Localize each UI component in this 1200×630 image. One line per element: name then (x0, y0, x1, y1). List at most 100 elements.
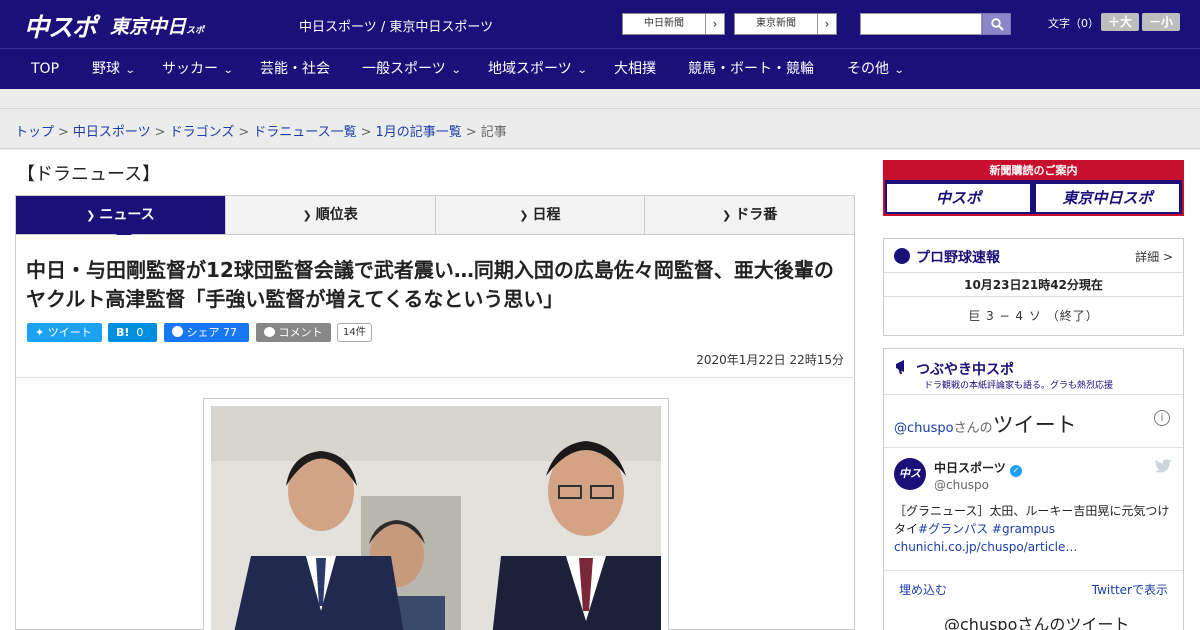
tokyo-chunichi-logo-small: スポ (186, 26, 205, 36)
nav-other[interactable]: その他 ⌄ (847, 49, 905, 89)
twitter-widget-title: @chuspoさんのツイート (894, 409, 1077, 439)
search-input[interactable] (860, 13, 982, 35)
chevron-down-icon: ⌄ (222, 65, 234, 76)
comment-bubble-icon (264, 327, 275, 337)
avatar[interactable]: 中スポ (894, 458, 926, 512)
hatena-count: 0 (136, 326, 144, 339)
tab-standings[interactable]: ❯ 順位表 (224, 196, 435, 234)
hatena-icon: B! (116, 326, 130, 339)
breadcrumb-link[interactable]: ドラゴンズ (170, 125, 235, 140)
nav-label: TOP (31, 61, 60, 77)
nav-general-sports[interactable]: 一般スポーツ ⌄ (362, 49, 461, 89)
twitter-divider (884, 570, 1183, 571)
tweet-article-link[interactable]: chunichi.co.jp/chuspo/article… (894, 540, 1077, 554)
tsubuyaki-subtitle: ドラ観戦の本紙評論家も語る。グラも熱烈応援 (924, 381, 1114, 391)
baseball-detail-link[interactable]: 詳細 > (1135, 248, 1173, 265)
breadcrumb-link[interactable]: トップ (15, 125, 54, 140)
view-on-twitter-link[interactable]: Twitterで表示 (1092, 581, 1168, 598)
tab-label: ドラ番 (735, 207, 778, 223)
megaphone-icon (896, 360, 904, 374)
main-nav: TOP 野球 ⌄ サッカー ⌄ 芸能・社会 一般スポーツ ⌄ 地域スポーツ ⌄ 大相撲 … (0, 48, 1200, 89)
nav-label: 地域スポーツ (488, 61, 572, 77)
search-button[interactable] (982, 13, 1011, 35)
section-title: 【ドラニュース】 (17, 164, 161, 185)
nav-soccer[interactable]: サッカー ⌄ (162, 49, 234, 89)
nav-label: 競馬・ボート・競輪 (688, 61, 814, 77)
twitter-timeline-widget: @chuspoさんのツイート i 中スポ 中日スポーツ ✓ @chuspo ［グラ… (884, 395, 1183, 630)
twitter-widget-heading: ツイート (992, 413, 1077, 437)
tweet-label: ツイート (47, 326, 92, 339)
search-icon (991, 18, 1004, 31)
twitter-account-handle[interactable]: @chuspo (934, 478, 989, 492)
breadcrumb-link[interactable]: ドラニュース一覧 (253, 125, 356, 140)
breadcrumb-link[interactable]: 1月の記事一覧 (376, 125, 462, 140)
facebook-share-label: シェア (186, 326, 220, 339)
tab-label: ニュース (99, 207, 155, 223)
baseball-scores-header: プロ野球速報 詳細 > (884, 239, 1183, 273)
chevron-right-icon: ❯ (519, 209, 529, 222)
site-title[interactable]: 中日スポーツ / 東京中日スポーツ (299, 16, 493, 35)
breadcrumb-separator: > (465, 125, 477, 140)
twitter-account-name[interactable]: 中日スポーツ ✓ (934, 459, 1022, 477)
twitter-bird-icon: ✦ (35, 326, 45, 339)
subscription-ad-heading: 新聞購読のご案内 (885, 162, 1182, 180)
tokyo-shimbun-link[interactable]: 東京新聞 › (734, 13, 837, 35)
twitter-divider (884, 447, 1183, 448)
baseball-scores-title: プロ野球速報 (916, 250, 1000, 266)
hatena-bookmark-button[interactable]: B! 0 (108, 323, 157, 342)
breadcrumb: トップ > 中日スポーツ > ドラゴンズ > ドラニュース一覧 >1月の記事一覧 > 記事 (15, 121, 507, 140)
nav-label: 一般スポーツ (362, 61, 446, 77)
tweet-text-line2: タイ (894, 522, 919, 536)
verified-badge-icon: ✓ (1009, 465, 1022, 477)
photo-illustration (211, 406, 661, 630)
comment-label: コメント (278, 326, 323, 339)
breadcrumb-separator: > (154, 125, 166, 140)
twitter-account-name-text: 中日スポーツ (934, 461, 1006, 475)
nav-entertainment[interactable]: 芸能・社会 (260, 49, 330, 89)
info-icon[interactable]: i (1154, 410, 1170, 426)
twitter-handle-link[interactable]: @chuspo (894, 421, 954, 436)
subscription-ad[interactable]: 新聞購読のご案内 中スポ 東京中日スポ (883, 160, 1184, 216)
tsubuyaki-title: つぶやき中スポ (916, 362, 1014, 378)
comment-count[interactable]: 14件 (337, 323, 372, 342)
nav-sumo[interactable]: 大相撲 (614, 49, 656, 89)
nav-baseball[interactable]: 野球 ⌄ (92, 49, 136, 89)
tokyo-chunichi-sports-logo[interactable]: 東京中日スポ (110, 12, 204, 39)
tab-schedule[interactable]: ❯ 日程 (434, 196, 645, 234)
tab-dora-ban[interactable]: ❯ ドラ番 (644, 196, 854, 234)
chunichi-shimbun-link[interactable]: 中日新聞 › (622, 13, 725, 35)
nav-label: その他 (847, 61, 889, 77)
tokyo-chunichi-subscribe-logo[interactable]: 東京中日スポ (1036, 184, 1179, 212)
embed-link[interactable]: 埋め込む (899, 581, 947, 598)
breadcrumb-link[interactable]: 中日スポーツ (73, 125, 151, 140)
tweet-button[interactable]: ✦ ツイート (27, 323, 102, 342)
twitter-bird-icon[interactable] (1155, 459, 1172, 473)
tokyo-shimbun-label: 東京新聞 (756, 18, 796, 29)
article-photo[interactable] (211, 406, 661, 630)
chevron-down-icon: ⌄ (124, 65, 136, 76)
chevron-right-icon: › (817, 14, 836, 34)
article: 中日・与田剛監督が12球団監督会議で武者震い…同期入団の広島佐々岡監督、亜大後輩… (15, 235, 855, 630)
tweet-text-line1: ［グラニュース］太田、ルーキー吉田晃に元気つけ (894, 504, 1170, 518)
facebook-share-button[interactable]: シェア 77 (164, 323, 249, 342)
chuspo-logo[interactable]: 中スポ (24, 8, 97, 44)
chuspo-subscribe-logo[interactable]: 中スポ (887, 184, 1030, 212)
baseball-scores-box: プロ野球速報 詳細 > 10月23日21時42分現在 巨 3 − 4 ソ （終了… (883, 238, 1184, 336)
font-larger-button[interactable]: ＋大 (1101, 13, 1139, 31)
tweet-text: ［グラニュース］太田、ルーキー吉田晃に元気つけ タイ#グランパス #grampus… (894, 502, 1179, 556)
game-score[interactable]: 巨 3 − 4 ソ （終了） (884, 297, 1183, 335)
nav-label: サッカー (162, 61, 218, 77)
breadcrumb-separator: > (360, 125, 372, 140)
nav-local-sports[interactable]: 地域スポーツ ⌄ (488, 49, 587, 89)
baseball-icon (894, 248, 910, 264)
hashtag-link[interactable]: #grampus (992, 522, 1055, 536)
nav-top[interactable]: TOP (31, 49, 59, 89)
comment-button[interactable]: コメント (256, 323, 331, 342)
tab-news[interactable]: ❯ ニュース (16, 196, 225, 242)
nav-keiba[interactable]: 競馬・ボート・競輪 (688, 49, 814, 89)
nav-label: 芸能・社会 (260, 61, 330, 77)
nav-label: 大相撲 (614, 61, 656, 77)
hashtag-link[interactable]: #グランパス (918, 522, 988, 536)
breadcrumb-separator: > (238, 125, 250, 140)
font-smaller-button[interactable]: －小 (1142, 13, 1180, 31)
